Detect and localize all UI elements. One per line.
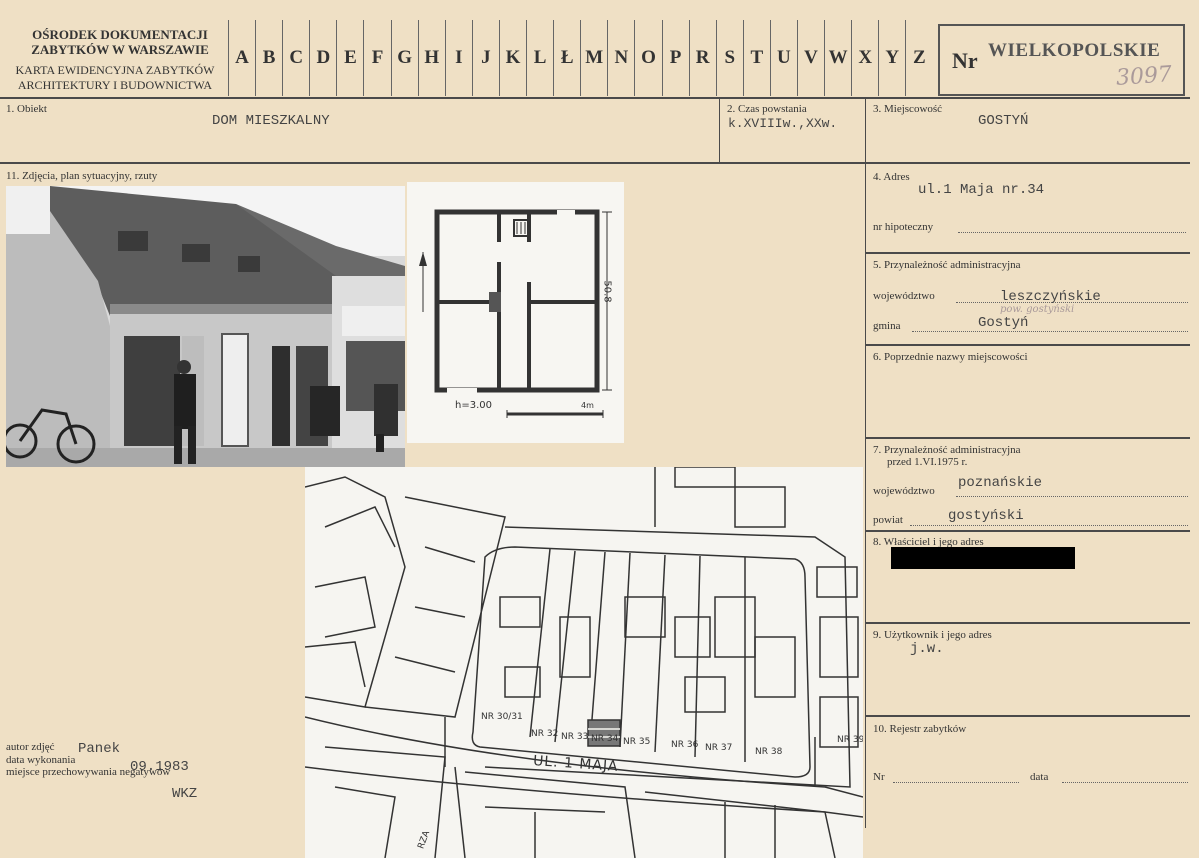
data-wykonania-label: data wykonania bbox=[6, 754, 76, 766]
rejestr-data-label: data bbox=[1030, 771, 1049, 783]
divider-czas bbox=[865, 98, 866, 828]
index-letter: K bbox=[498, 20, 526, 96]
index-letter: W bbox=[824, 20, 851, 96]
przynaleznosc-przed-label: 7. Przynależność administracyjna przed 1… bbox=[873, 444, 1021, 468]
org-name: OŚRODEK DOKUMENTACJI ZABYTKÓW W WARSZAWI… bbox=[31, 27, 209, 57]
index-letter: J bbox=[471, 20, 499, 96]
hipoteczny-label: nr hipoteczny bbox=[873, 221, 934, 233]
index-letter: T bbox=[742, 20, 770, 96]
autor-label: autor zdjęć bbox=[6, 741, 55, 753]
miejsce-label: miejsce przechowywania negatywów bbox=[6, 766, 171, 778]
gmina-note: pow. gostyński bbox=[1000, 304, 1075, 315]
index-letter: O bbox=[634, 20, 661, 96]
divider-8-9 bbox=[866, 622, 1190, 624]
index-letter: H bbox=[417, 20, 445, 96]
header-bottom-line bbox=[0, 97, 1190, 99]
miejscowosc-value: GOSTYŃ bbox=[978, 113, 1029, 129]
wojewodztwo-dots bbox=[956, 302, 1188, 303]
poprzednie-label: 6. Poprzednie nazwy miejscowości bbox=[873, 351, 1028, 363]
index-letter: I bbox=[444, 20, 472, 96]
map-lot-label: NR 39 bbox=[837, 735, 863, 745]
czas-label: 2. Czas powstania bbox=[727, 103, 807, 115]
adres-label: 4. Adres bbox=[873, 171, 910, 183]
index-letters: ABCDEFGHIJKLŁMNOPRSTUVWXYZ bbox=[228, 20, 932, 96]
map-lot-label: NR 34 bbox=[591, 734, 619, 744]
row1-bottom-line bbox=[0, 162, 1190, 164]
divider-5-6 bbox=[866, 344, 1190, 346]
map-lot-label: NR 32 bbox=[531, 729, 559, 739]
divider-obiekt bbox=[719, 98, 720, 162]
gmina-dots bbox=[912, 331, 1188, 332]
autor-value: Panek bbox=[78, 741, 121, 757]
map-lot-label: NR 37 bbox=[705, 743, 733, 753]
miejsce-value: WKZ bbox=[172, 786, 198, 802]
plan-height: h=3.00 bbox=[455, 400, 492, 411]
index-letter: X bbox=[851, 20, 878, 96]
wojewodztwo-przed-dots bbox=[956, 496, 1188, 497]
gmina-label: gmina bbox=[873, 320, 901, 332]
powiat-dots bbox=[910, 525, 1188, 526]
index-letter: U bbox=[769, 20, 797, 96]
zdjecia-label: 11. Zdjęcia, plan sytuacyjny, rzuty bbox=[6, 170, 158, 182]
inventory-card: OŚRODEK DOKUMENTACJI ZABYTKÓW W WARSZAWI… bbox=[0, 0, 1199, 858]
obiekt-value: DOM MIESZKALNY bbox=[212, 113, 330, 129]
divider-4-5 bbox=[866, 252, 1190, 254]
rejestr-nr-label: Nr bbox=[873, 771, 885, 783]
przynaleznosc-label: 5. Przynależność administracyjna bbox=[873, 259, 1021, 271]
divider-6-7 bbox=[866, 437, 1190, 439]
wlasciciel-redaction bbox=[891, 547, 1075, 569]
region-value: WIELKOPOLSKIE bbox=[988, 40, 1161, 61]
form-title: KARTA EWIDENCYJNA ZABYTKÓW ARCHITEKTURY … bbox=[15, 63, 215, 92]
czas-value: k.XVIIIw.,XXw. bbox=[728, 116, 838, 131]
obiekt-label: 1. Obiekt bbox=[6, 103, 47, 115]
map-lot-label: NR 33 bbox=[561, 732, 589, 742]
rejestr-data-dots bbox=[1062, 782, 1188, 783]
nr-label: Nr bbox=[952, 48, 978, 73]
index-letter: F bbox=[363, 20, 390, 96]
index-letter: C bbox=[282, 20, 309, 96]
miejscowosc-label: 3. Miejscowość bbox=[873, 103, 943, 115]
index-letter: Z bbox=[905, 20, 932, 96]
floor-plan: 50.8 h=3.00 4m bbox=[407, 182, 624, 443]
site-map: UL. 1 MAJA NR 30/31 NR 32 NR 33 NR 34 NR 35 N… bbox=[305, 467, 863, 858]
index-letter: D bbox=[309, 20, 336, 96]
map-lot-label: NR 36 bbox=[671, 740, 699, 750]
uzytkownik-value: j.w. bbox=[910, 641, 944, 657]
index-letter: G bbox=[390, 20, 418, 96]
plan-dimension: 50.8 bbox=[601, 280, 613, 303]
divider-7-8 bbox=[866, 530, 1190, 532]
map-lot-labels: NR 30/31 NR 32 NR 33 NR 34 NR 35 NR 36 NR 37 NR… bbox=[305, 467, 863, 858]
building-photo-image bbox=[6, 186, 405, 467]
card-number: 3097 bbox=[1115, 62, 1173, 91]
index-letter: L bbox=[526, 20, 553, 96]
hipoteczny-dots bbox=[958, 232, 1186, 233]
plan-scale: 4m bbox=[581, 401, 594, 410]
index-letter: Ł bbox=[553, 20, 580, 96]
index-letter: S bbox=[715, 20, 743, 96]
uzytkownik-label: 9. Użytkownik i jego adres bbox=[873, 629, 992, 641]
map-lot-label: NR 30/31 bbox=[481, 712, 523, 722]
index-letter: A bbox=[228, 20, 255, 96]
map-lot-label: NR 35 bbox=[623, 737, 651, 747]
index-letter: M bbox=[580, 20, 607, 96]
index-letter: N bbox=[607, 20, 634, 96]
rejestr-nr-dots bbox=[893, 782, 1019, 783]
index-letter: R bbox=[688, 20, 716, 96]
rejestr-label: 10. Rejestr zabytków bbox=[873, 723, 967, 735]
wojewodztwo-przed-label: województwo bbox=[873, 485, 935, 497]
index-letter: V bbox=[796, 20, 824, 96]
divider-9-10 bbox=[866, 715, 1190, 717]
index-letter: B bbox=[255, 20, 282, 96]
wojewodztwo-label: województwo bbox=[873, 290, 935, 302]
index-letter: P bbox=[661, 20, 689, 96]
index-letter: Y bbox=[878, 20, 905, 96]
gmina-value: Gostyń bbox=[978, 315, 1029, 331]
building-photo bbox=[6, 186, 405, 467]
powiat-label: powiat bbox=[873, 514, 903, 526]
powiat-value: gostyński bbox=[948, 508, 1024, 524]
index-letter: E bbox=[336, 20, 363, 96]
map-lot-label: NR 38 bbox=[755, 747, 783, 757]
adres-value: ul.1 Maja nr.34 bbox=[918, 182, 1045, 198]
wojewodztwo-przed-value: poznańskie bbox=[958, 475, 1043, 491]
